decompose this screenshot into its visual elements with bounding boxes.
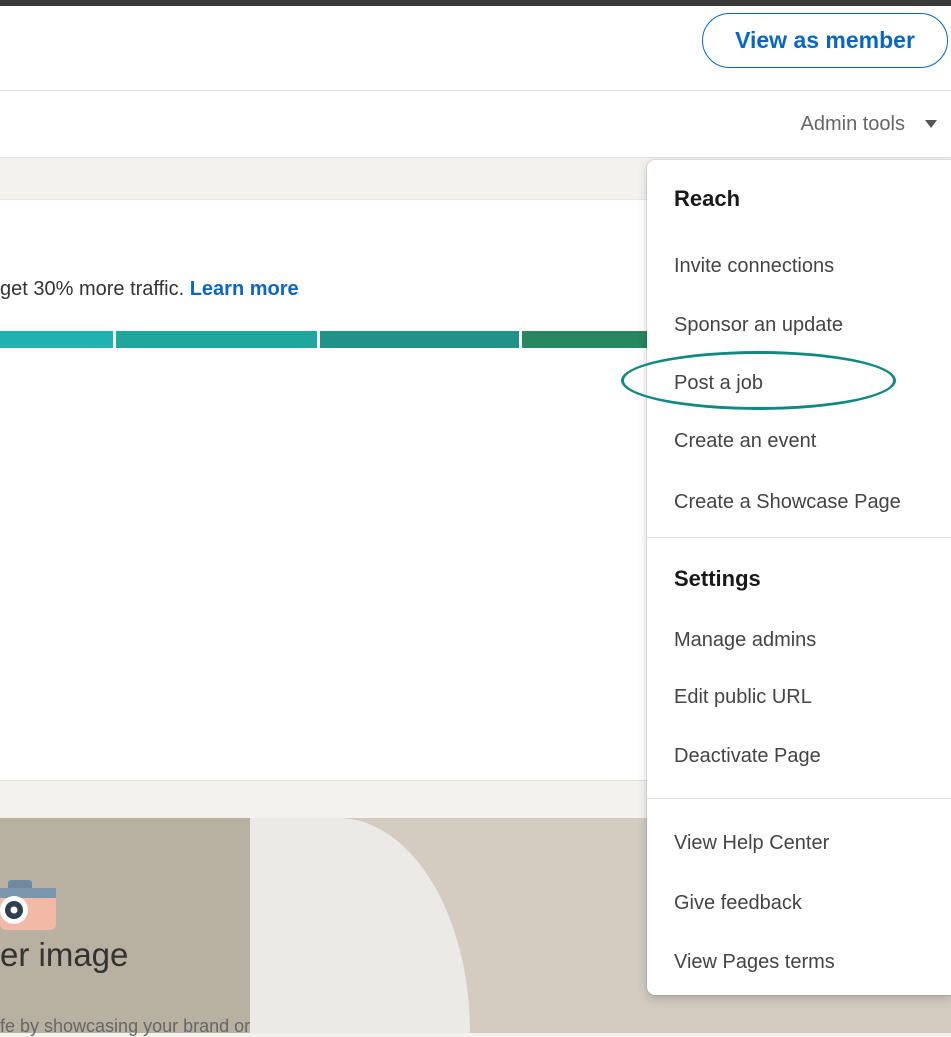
camera-icon bbox=[0, 880, 56, 930]
menu-item-manage-admins[interactable]: Manage admins bbox=[674, 629, 816, 652]
cover-image-title: er image bbox=[0, 936, 129, 973]
caret-down-icon bbox=[925, 120, 937, 128]
cover-decoration bbox=[250, 818, 470, 1033]
completion-message: get 30% more traffic. Learn more bbox=[0, 278, 299, 301]
view-as-member-label: View as member bbox=[735, 27, 915, 53]
page-header: View as member bbox=[0, 6, 951, 91]
completion-message-text: get 30% more traffic. bbox=[0, 278, 190, 300]
menu-item-sponsor-update[interactable]: Sponsor an update bbox=[674, 314, 843, 337]
menu-item-view-pages-terms[interactable]: View Pages terms bbox=[674, 951, 835, 974]
post-job-highlight-ring bbox=[621, 351, 896, 410]
menu-item-view-help-center[interactable]: View Help Center bbox=[674, 832, 829, 855]
admin-tools-menu: Reach Invite connections Sponsor an upda… bbox=[647, 160, 951, 995]
menu-heading-settings: Settings bbox=[674, 566, 761, 591]
progress-segment bbox=[320, 331, 519, 348]
progress-segment bbox=[116, 331, 317, 348]
cover-left-panel: er image fe by showcasing your brand or … bbox=[0, 818, 369, 1036]
view-as-member-button[interactable]: View as member bbox=[702, 13, 948, 68]
menu-heading-reach: Reach bbox=[674, 186, 741, 211]
admin-tools-dropdown[interactable]: Admin tools bbox=[801, 91, 942, 157]
menu-item-deactivate-page[interactable]: Deactivate Page bbox=[674, 745, 821, 768]
menu-item-invite-connections[interactable]: Invite connections bbox=[674, 255, 834, 278]
progress-segment bbox=[0, 331, 113, 348]
menu-item-edit-public-url[interactable]: Edit public URL bbox=[674, 686, 812, 709]
menu-item-create-event[interactable]: Create an event bbox=[674, 430, 816, 453]
menu-divider bbox=[647, 537, 951, 538]
completion-progress-bar bbox=[0, 331, 680, 348]
menu-item-give-feedback[interactable]: Give feedback bbox=[674, 892, 802, 915]
admin-subheader: Admin tools bbox=[0, 91, 951, 158]
menu-item-create-showcase-page[interactable]: Create a Showcase Page bbox=[674, 491, 901, 514]
admin-tools-label: Admin tools bbox=[800, 112, 906, 135]
learn-more-link[interactable]: Learn more bbox=[190, 278, 299, 300]
menu-divider bbox=[647, 798, 951, 799]
